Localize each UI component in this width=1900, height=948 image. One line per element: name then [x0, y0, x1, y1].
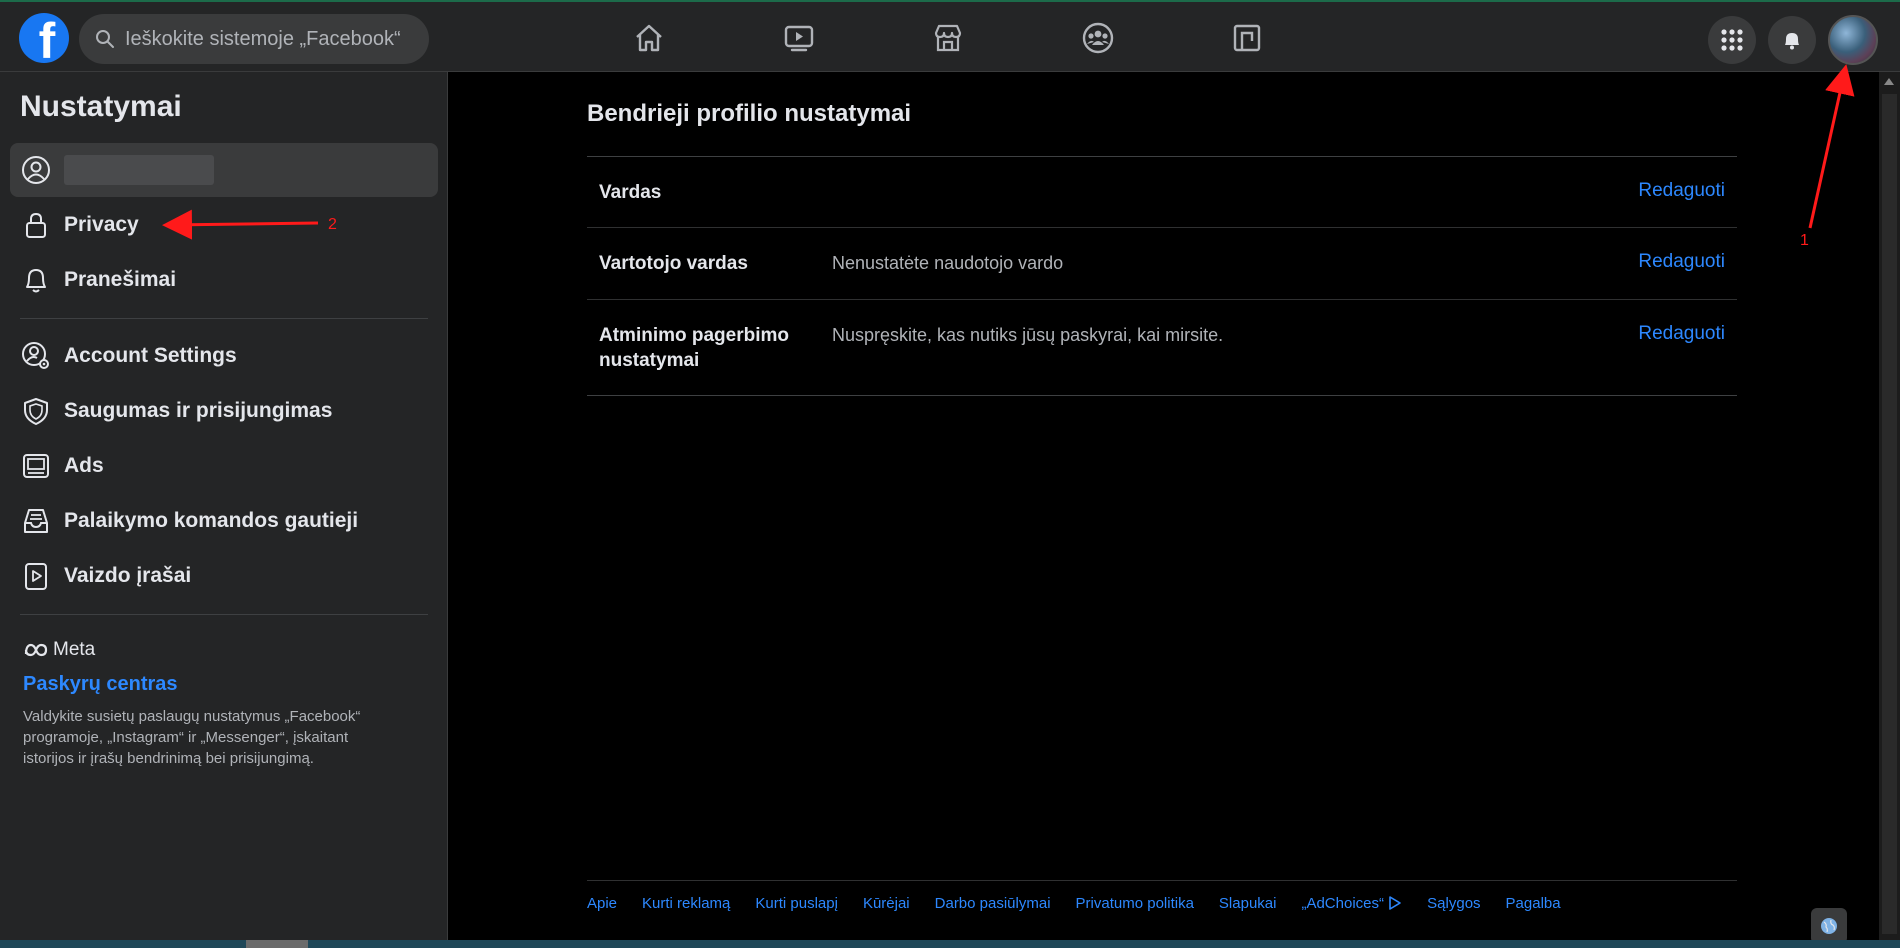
grid-icon	[1721, 29, 1743, 51]
footer-link-create-page[interactable]: Kurti puslapį	[755, 895, 838, 912]
footer-link-adchoices[interactable]: „AdChoices“	[1301, 895, 1402, 912]
sidebar-item-account-settings[interactable]: Account Settings	[10, 329, 438, 383]
settings-row-name: Vardas Redaguoti	[587, 157, 1737, 228]
watch-video-icon[interactable]	[777, 16, 821, 60]
bell-icon	[18, 262, 54, 298]
sidebar-divider	[20, 318, 428, 319]
settings-row-memorialization: Atminimo pagerbimo nustatymai Nuspręskit…	[587, 300, 1737, 395]
main-content: Bendrieji profilio nustatymai Vardas Red…	[449, 72, 1879, 948]
sidebar-item-videos[interactable]: Vaizdo įrašai	[10, 549, 438, 603]
annotation-label-1: 1	[1800, 232, 1809, 249]
page-title: Bendrieji profilio nustatymai	[587, 100, 912, 127]
shield-icon	[18, 393, 54, 429]
settings-table: Vardas Redaguoti Vartotojo vardas Nenust…	[587, 156, 1737, 396]
video-icon	[18, 558, 54, 594]
sidebar-item-label: Account Settings	[64, 344, 237, 367]
footer-links: Apie Kurti reklamą Kurti puslapį Kūrėjai…	[587, 880, 1737, 912]
marketplace-icon[interactable]	[926, 16, 970, 60]
search-icon	[96, 30, 114, 48]
settings-sidebar: Nustatymai Privacy Pranešimai Account Se…	[0, 72, 448, 948]
inbox-icon	[18, 503, 54, 539]
gaming-icon[interactable]	[1225, 16, 1269, 60]
footer-link-developers[interactable]: Kūrėjai	[863, 895, 910, 912]
sidebar-item-label: Saugumas ir prisijungimas	[64, 399, 333, 422]
settings-row-username: Vartotojo vardas Nenustatėte naudotojo v…	[587, 228, 1737, 300]
home-icon[interactable]	[627, 16, 671, 60]
footer-link-create-ad[interactable]: Kurti reklamą	[642, 895, 730, 912]
row-value: Nenustatėte naudotojo vardo	[832, 253, 1064, 273]
ads-icon	[18, 448, 54, 484]
row-key: Vartotojo vardas	[599, 253, 748, 274]
search-box[interactable]	[79, 14, 429, 64]
user-circle-icon	[18, 152, 54, 188]
meta-accounts-center: Meta Paskyrų centras Valdykite susietų p…	[23, 639, 403, 769]
bell-icon	[1785, 33, 1799, 50]
meta-infinity-icon	[24, 643, 48, 657]
search-input[interactable]	[125, 27, 405, 51]
user-gear-icon	[18, 338, 54, 374]
sidebar-item-profile[interactable]	[10, 143, 438, 197]
sidebar-item-label: Vaizdo įrašai	[64, 564, 192, 587]
row-key: Vardas	[599, 182, 662, 203]
edit-name-link[interactable]: Redaguoti	[1638, 180, 1725, 202]
footer-link-help[interactable]: Pagalba	[1506, 895, 1561, 912]
row-key: Atminimo pagerbimo nustatymai	[599, 325, 790, 371]
lock-icon	[18, 207, 54, 243]
footer-link-careers[interactable]: Darbo pasiūlymai	[935, 895, 1051, 912]
sidebar-item-label: Pranešimai	[64, 268, 177, 291]
groups-icon[interactable]	[1076, 16, 1120, 60]
sidebar-item-label: Privacy	[64, 213, 139, 236]
accounts-center-description: Valdykite susietų paslaugų nustatymus „F…	[23, 708, 361, 767]
footer-link-privacy-policy[interactable]: Privatumo politika	[1076, 895, 1194, 912]
adchoices-label: „AdChoices“	[1301, 895, 1384, 912]
scroll-up-arrow-icon[interactable]	[1884, 78, 1894, 85]
top-navigation-bar: f	[0, 0, 1900, 72]
profile-avatar[interactable]	[1828, 15, 1878, 65]
sidebar-item-label: Ads	[64, 454, 104, 477]
edit-memorialization-link[interactable]: Redaguoti	[1638, 323, 1725, 345]
row-value: Nuspręskite, kas nutiks jūsų paskyrai, k…	[832, 325, 1224, 345]
menu-grid-button[interactable]	[1708, 16, 1756, 64]
page-scrollbar[interactable]	[1879, 72, 1900, 948]
meta-logo: Meta	[23, 639, 403, 661]
footer-link-cookies[interactable]: Slapukai	[1219, 895, 1277, 912]
sidebar-item-ads[interactable]: Ads	[10, 439, 438, 493]
sidebar-item-support-inbox[interactable]: Palaikymo komandos gautieji	[10, 494, 438, 548]
scrollbar-thumb[interactable]	[1882, 94, 1897, 934]
notifications-button[interactable]	[1768, 16, 1816, 64]
footer-link-about[interactable]: Apie	[587, 895, 617, 912]
accounts-center-link[interactable]: Paskyrų centras	[23, 673, 403, 696]
redacted-profile-name	[64, 155, 214, 185]
meta-logo-text: Meta	[53, 639, 96, 660]
sidebar-item-security[interactable]: Saugumas ir prisijungimas	[10, 384, 438, 438]
globe-icon	[1821, 918, 1837, 934]
footer-link-terms[interactable]: Sąlygos	[1427, 895, 1480, 912]
language-globe-button[interactable]	[1811, 908, 1847, 944]
sidebar-item-privacy[interactable]: Privacy	[10, 198, 438, 252]
annotation-label-2: 2	[328, 216, 337, 233]
sidebar-item-notifications[interactable]: Pranešimai	[10, 253, 438, 307]
horizontal-scroll-thumb[interactable]	[246, 940, 308, 948]
adchoices-icon	[1389, 896, 1401, 910]
sidebar-title: Nustatymai	[20, 90, 182, 123]
facebook-logo[interactable]: f	[19, 13, 69, 63]
sidebar-divider	[20, 614, 428, 615]
edit-username-link[interactable]: Redaguoti	[1638, 251, 1725, 273]
sidebar-item-label: Palaikymo komandos gautieji	[64, 509, 359, 532]
